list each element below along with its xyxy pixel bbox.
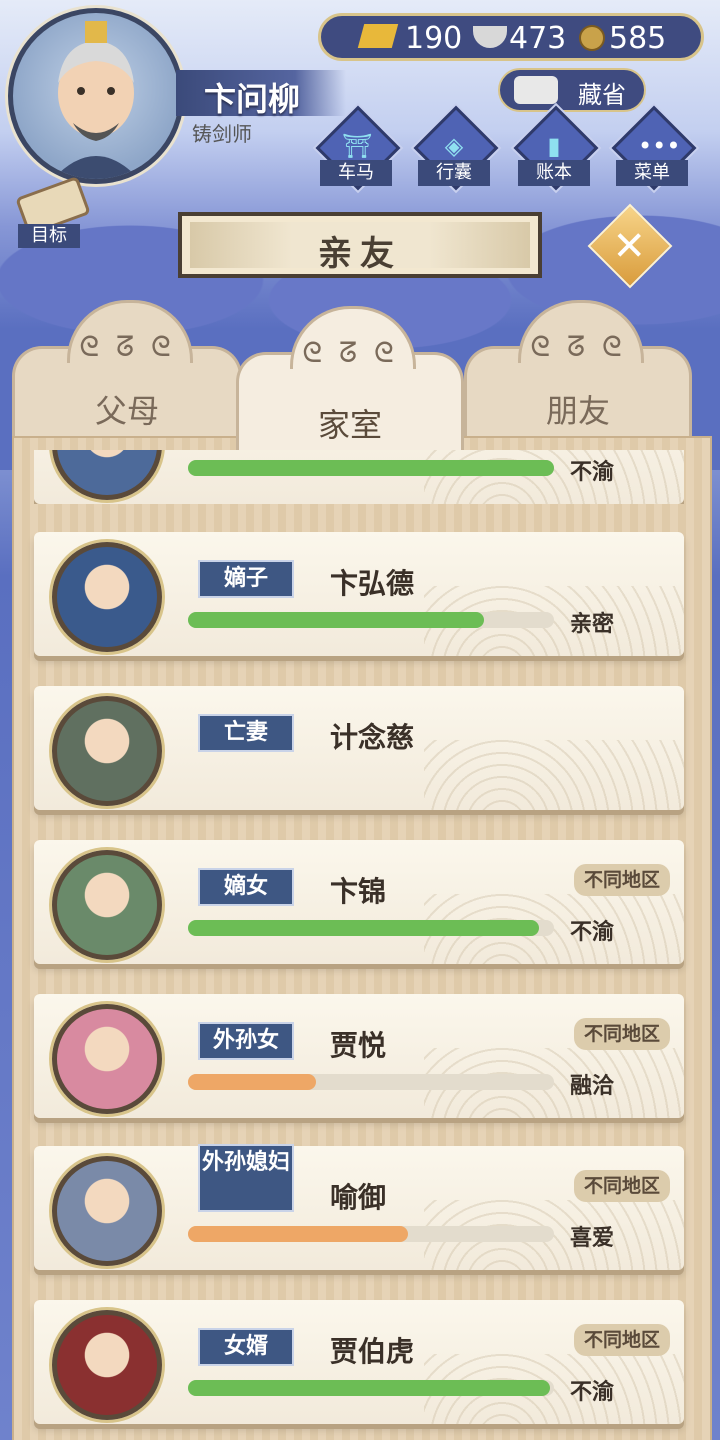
relative-card[interactable]: 嫡子 卞弘德亲密 bbox=[34, 532, 684, 656]
gold-ingot-icon bbox=[357, 24, 399, 48]
currency-bar: 190 473 585 bbox=[318, 13, 704, 61]
relative-avatar[interactable] bbox=[52, 542, 162, 652]
tab-label: 家室 bbox=[317, 406, 382, 444]
relative-name: 卞锦 bbox=[330, 875, 387, 908]
close-icon: ✕ bbox=[612, 223, 647, 270]
region-badge: 不同地区 bbox=[574, 1170, 670, 1202]
tab-family[interactable]: ᘓ ᘔ ᘓ 家室 bbox=[236, 306, 464, 456]
bag-icon: ◈ bbox=[444, 132, 464, 160]
copper-coin-icon bbox=[579, 25, 605, 51]
relationship-status: 亲密 bbox=[570, 612, 615, 637]
player-portrait[interactable] bbox=[8, 8, 184, 184]
player-name: 卞问柳 bbox=[204, 80, 301, 118]
relative-card[interactable]: 外孙媳妇喻御喜爱 不同地区 bbox=[34, 1144, 684, 1270]
region-badge: 不同地区 bbox=[574, 1324, 670, 1356]
carriage-icon: ⛩ bbox=[342, 132, 373, 160]
relation-badge: 嫡子 bbox=[198, 560, 294, 598]
silver-ingot-icon bbox=[473, 26, 507, 48]
relative-card[interactable]: 外孙女 贾悦融洽 不同地区 bbox=[34, 994, 684, 1118]
player-occupation: 铸剑师 bbox=[192, 122, 252, 146]
relationship-bar bbox=[188, 1074, 554, 1090]
nav-label: 账本 bbox=[518, 160, 590, 186]
tab-label: 父母 bbox=[94, 392, 159, 430]
relative-name: 计念慈 bbox=[330, 721, 415, 754]
nav-label: 菜单 bbox=[616, 160, 688, 186]
relative-name: 喻御 bbox=[330, 1181, 387, 1214]
relative-card[interactable]: 亡妻 计念慈 bbox=[34, 686, 684, 810]
relative-avatar[interactable] bbox=[52, 1004, 162, 1114]
cloud-ornament-icon: ᘓ ᘔ ᘓ bbox=[302, 336, 398, 369]
relationship-bar bbox=[188, 460, 554, 476]
relationship-status: 融洽 bbox=[570, 1074, 615, 1099]
inkstone-icon bbox=[514, 76, 558, 104]
relation-badge: 嫡女 bbox=[198, 868, 294, 906]
relative-name: 贾悦 bbox=[330, 1029, 387, 1062]
cloud-ornament-icon: ᘓ ᘔ ᘓ bbox=[530, 330, 626, 363]
region-badge: 不同地区 bbox=[574, 1018, 670, 1050]
relationship-fill bbox=[188, 612, 485, 628]
relationship-status: 不渝 bbox=[570, 1380, 615, 1405]
relationship-bar bbox=[188, 1380, 554, 1396]
page-title: 亲友 bbox=[318, 234, 402, 274]
relative-avatar[interactable] bbox=[52, 850, 162, 960]
relation-badge: 亡妻 bbox=[198, 714, 294, 752]
relationship-fill bbox=[188, 920, 540, 936]
relative-name: 卞弘德 bbox=[330, 567, 415, 600]
relative-avatar[interactable] bbox=[52, 1156, 162, 1266]
relative-avatar[interactable] bbox=[52, 696, 162, 806]
nav-menu-button[interactable]: ••• 菜单 bbox=[611, 105, 697, 191]
wave-pattern bbox=[424, 740, 684, 810]
tab-label: 朋友 bbox=[545, 392, 610, 430]
nav-label: 行囊 bbox=[418, 160, 490, 186]
tab-parents[interactable]: ᘓ ᘔ ᘓ 父母 bbox=[12, 300, 242, 450]
relative-card[interactable]: 女婿 贾伯虎不渝 不同地区 bbox=[34, 1300, 684, 1424]
cloud-ornament-icon: ᘓ ᘔ ᘓ bbox=[79, 330, 175, 363]
elder-avatar-icon bbox=[53, 21, 139, 179]
region-badge: 不同地区 bbox=[574, 864, 670, 896]
relative-name: 贾伯虎 bbox=[330, 1335, 415, 1368]
relationship-fill bbox=[188, 1226, 408, 1242]
menu-icon: ••• bbox=[638, 132, 681, 160]
goal-label: 目标 bbox=[18, 224, 80, 248]
gold-amount: 190 bbox=[405, 21, 463, 56]
relationship-fill bbox=[188, 1074, 317, 1090]
nav-label: 车马 bbox=[320, 160, 392, 186]
relative-avatar[interactable] bbox=[52, 1310, 162, 1420]
nav-carriage-button[interactable]: ⛩ 车马 bbox=[315, 105, 401, 191]
nav-ledger-button[interactable]: ▮ 账本 bbox=[513, 105, 599, 191]
relationship-status: 不渝 bbox=[570, 920, 615, 945]
relation-badge: 外孙媳妇 bbox=[198, 1144, 294, 1212]
relationship-status: 喜爱 bbox=[570, 1226, 615, 1251]
relationship-bar bbox=[188, 920, 554, 936]
relationship-fill bbox=[188, 1380, 551, 1396]
relationship-bar bbox=[188, 1226, 554, 1242]
ledger-icon: ▮ bbox=[547, 132, 561, 160]
relation-badge: 女婿 bbox=[198, 1328, 294, 1366]
coin-amount: 585 bbox=[609, 21, 667, 56]
relationship-fill bbox=[188, 460, 554, 476]
relationship-status: 不渝 bbox=[570, 460, 615, 485]
tab-friends[interactable]: ᘓ ᘔ ᘓ 朋友 bbox=[464, 300, 692, 450]
goal-button[interactable]: 目标 bbox=[10, 175, 91, 250]
relation-badge: 外孙女 bbox=[198, 1022, 294, 1060]
relationship-bar bbox=[188, 612, 554, 628]
relative-card[interactable]: 嫡女 卞锦不渝 不同地区 bbox=[34, 840, 684, 964]
nav-bag-button[interactable]: ◈ 行囊 bbox=[413, 105, 499, 191]
title-banner: 亲友 bbox=[178, 212, 542, 278]
silver-amount: 473 bbox=[509, 21, 567, 56]
treasure-button[interactable]: 藏省 bbox=[498, 68, 646, 112]
treasure-label: 藏省 bbox=[578, 81, 626, 109]
